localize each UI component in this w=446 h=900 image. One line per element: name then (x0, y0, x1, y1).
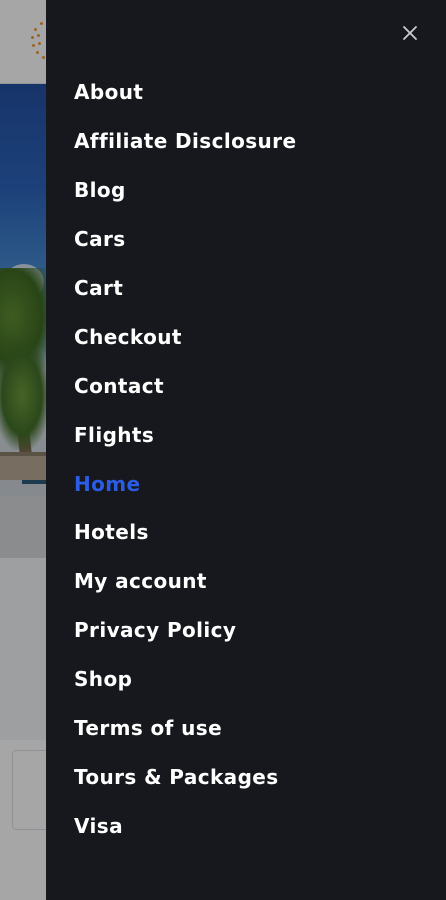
menu-item: Shop (74, 655, 414, 704)
menu-item: Flights (74, 410, 414, 459)
menu-item: Terms of use (74, 704, 414, 753)
menu-link-cars[interactable]: Cars (74, 227, 126, 251)
menu-item: Affiliate Disclosure (74, 117, 414, 166)
menu-item: Contact (74, 361, 414, 410)
menu-item: Cars (74, 215, 414, 264)
menu-link-shop[interactable]: Shop (74, 667, 132, 691)
menu-item: Cart (74, 264, 414, 313)
close-icon (403, 26, 417, 40)
menu-item: Blog (74, 166, 414, 215)
menu-link-hotels[interactable]: Hotels (74, 520, 149, 544)
menu-item: About (74, 68, 414, 117)
menu-item: Home (74, 459, 414, 508)
menu-item: My account (74, 557, 414, 606)
menu-item: Hotels (74, 508, 414, 557)
menu-link-checkout[interactable]: Checkout (74, 325, 182, 349)
menu-item: Checkout (74, 312, 414, 361)
menu-link-about[interactable]: About (74, 80, 143, 104)
menu-link-privacy-policy[interactable]: Privacy Policy (74, 618, 236, 642)
menu-link-visa[interactable]: Visa (74, 814, 123, 838)
menu-link-flights[interactable]: Flights (74, 423, 154, 447)
menu-link-contact[interactable]: Contact (74, 374, 164, 398)
menu-link-blog[interactable]: Blog (74, 178, 126, 202)
close-button[interactable] (393, 16, 427, 50)
menu-link-tours-and-packages[interactable]: Tours & Packages (74, 765, 279, 789)
drawer-menu: About Affiliate Disclosure Blog Cars Cart Che… (74, 68, 414, 850)
menu-link-affiliate-disclosure[interactable]: Affiliate Disclosure (74, 129, 296, 153)
menu-item: Tours & Packages (74, 752, 414, 801)
menu-item: Privacy Policy (74, 606, 414, 655)
navigation-drawer: About Affiliate Disclosure Blog Cars Cart Che… (46, 0, 446, 900)
menu-link-home[interactable]: Home (74, 472, 140, 496)
menu-item: Visa (74, 801, 414, 850)
menu-link-cart[interactable]: Cart (74, 276, 123, 300)
menu-link-terms-of-use[interactable]: Terms of use (74, 716, 222, 740)
menu-link-my-account[interactable]: My account (74, 569, 207, 593)
